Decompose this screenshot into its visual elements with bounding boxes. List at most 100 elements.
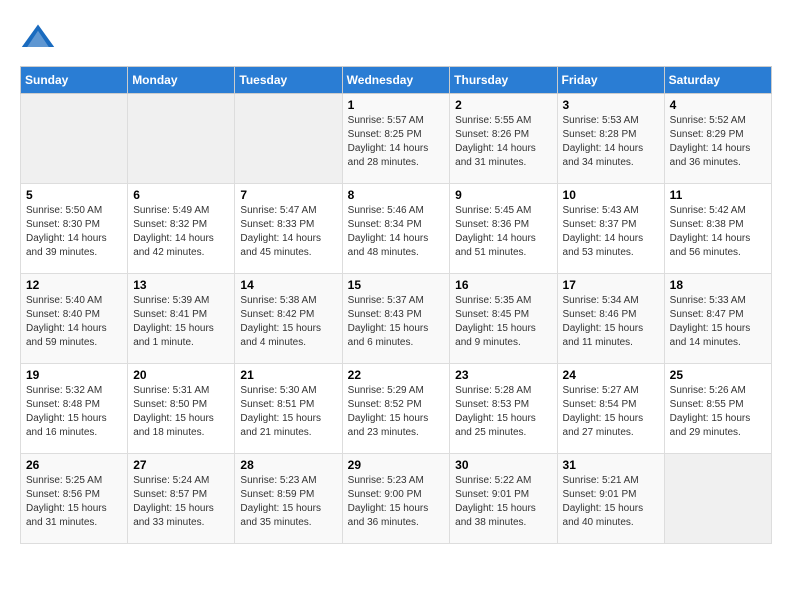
day-number: 15 (348, 278, 445, 292)
day-number: 18 (670, 278, 766, 292)
day-number: 13 (133, 278, 229, 292)
day-info: Sunrise: 5:31 AM Sunset: 8:50 PM Dayligh… (133, 384, 229, 440)
day-info: Sunrise: 5:57 AM Sunset: 8:25 PM Dayligh… (348, 114, 445, 170)
calendar-cell: 31 Sunrise: 5:21 AM Sunset: 9:01 PM Dayli… (557, 454, 664, 544)
day-number: 19 (26, 368, 122, 382)
day-number: 22 (348, 368, 445, 382)
day-number: 12 (26, 278, 122, 292)
day-number: 1 (348, 98, 445, 112)
calendar-cell: 30 Sunrise: 5:22 AM Sunset: 9:01 PM Dayli… (450, 454, 557, 544)
day-number: 10 (563, 188, 659, 202)
calendar-cell: 23 Sunrise: 5:28 AM Sunset: 8:53 PM Dayli… (450, 364, 557, 454)
calendar-cell: 9 Sunrise: 5:45 AM Sunset: 8:36 PM Daylig… (450, 184, 557, 274)
logo (20, 20, 60, 56)
logo-icon (20, 20, 56, 56)
header-thursday: Thursday (450, 67, 557, 94)
calendar-cell: 1 Sunrise: 5:57 AM Sunset: 8:25 PM Daylig… (342, 94, 450, 184)
calendar-cell: 21 Sunrise: 5:30 AM Sunset: 8:51 PM Dayli… (235, 364, 342, 454)
day-info: Sunrise: 5:28 AM Sunset: 8:53 PM Dayligh… (455, 384, 551, 440)
day-number: 26 (26, 458, 122, 472)
header-row: SundayMondayTuesdayWednesdayThursdayFrid… (21, 67, 772, 94)
day-number: 6 (133, 188, 229, 202)
calendar-cell: 5 Sunrise: 5:50 AM Sunset: 8:30 PM Daylig… (21, 184, 128, 274)
day-number: 31 (563, 458, 659, 472)
calendar-cell: 22 Sunrise: 5:29 AM Sunset: 8:52 PM Dayli… (342, 364, 450, 454)
calendar-cell: 6 Sunrise: 5:49 AM Sunset: 8:32 PM Daylig… (128, 184, 235, 274)
day-number: 17 (563, 278, 659, 292)
calendar-cell: 18 Sunrise: 5:33 AM Sunset: 8:47 PM Dayli… (664, 274, 771, 364)
day-number: 9 (455, 188, 551, 202)
day-info: Sunrise: 5:27 AM Sunset: 8:54 PM Dayligh… (563, 384, 659, 440)
calendar-cell: 25Sunrise: 5:26 AM Sunset: 8:55 PM Dayli… (664, 364, 771, 454)
week-row-2: 12Sunrise: 5:40 AM Sunset: 8:40 PM Dayli… (21, 274, 772, 364)
calendar-cell: 3 Sunrise: 5:53 AM Sunset: 8:28 PM Daylig… (557, 94, 664, 184)
day-number: 7 (240, 188, 336, 202)
week-row-3: 19 Sunrise: 5:32 AM Sunset: 8:48 PM Dayli… (21, 364, 772, 454)
day-number: 20 (133, 368, 229, 382)
day-info: Sunrise: 5:23 AM Sunset: 8:59 PM Dayligh… (240, 474, 336, 530)
day-info: Sunrise: 5:45 AM Sunset: 8:36 PM Dayligh… (455, 204, 551, 260)
day-info: Sunrise: 5:46 AM Sunset: 8:34 PM Dayligh… (348, 204, 445, 260)
day-number: 24 (563, 368, 659, 382)
calendar-cell: 19 Sunrise: 5:32 AM Sunset: 8:48 PM Dayli… (21, 364, 128, 454)
calendar-cell: 13 Sunrise: 5:39 AM Sunset: 8:41 PM Dayli… (128, 274, 235, 364)
calendar-cell: 29 Sunrise: 5:23 AM Sunset: 9:00 PM Dayli… (342, 454, 450, 544)
day-info: Sunrise: 5:30 AM Sunset: 8:51 PM Dayligh… (240, 384, 336, 440)
calendar-table: SundayMondayTuesdayWednesdayThursdayFrid… (20, 66, 772, 544)
calendar-cell: 11 Sunrise: 5:42 AM Sunset: 8:38 PM Dayli… (664, 184, 771, 274)
day-info: Sunrise: 5:42 AM Sunset: 8:38 PM Dayligh… (670, 204, 766, 260)
day-info: Sunrise: 5:43 AM Sunset: 8:37 PM Dayligh… (563, 204, 659, 260)
day-info: Sunrise: 5:55 AM Sunset: 8:26 PM Dayligh… (455, 114, 551, 170)
day-info: Sunrise: 5:24 AM Sunset: 8:57 PM Dayligh… (133, 474, 229, 530)
page-header (20, 20, 772, 56)
calendar-cell: 2 Sunrise: 5:55 AM Sunset: 8:26 PM Daylig… (450, 94, 557, 184)
header-friday: Friday (557, 67, 664, 94)
header-wednesday: Wednesday (342, 67, 450, 94)
day-info: Sunrise: 5:37 AM Sunset: 8:43 PM Dayligh… (348, 294, 445, 350)
day-number: 2 (455, 98, 551, 112)
day-info: Sunrise: 5:32 AM Sunset: 8:48 PM Dayligh… (26, 384, 122, 440)
day-info: Sunrise: 5:33 AM Sunset: 8:47 PM Dayligh… (670, 294, 766, 350)
calendar-cell (21, 94, 128, 184)
calendar-cell (128, 94, 235, 184)
day-info: Sunrise: 5:53 AM Sunset: 8:28 PM Dayligh… (563, 114, 659, 170)
day-number: 11 (670, 188, 766, 202)
calendar-cell: 24 Sunrise: 5:27 AM Sunset: 8:54 PM Dayli… (557, 364, 664, 454)
week-row-1: 5 Sunrise: 5:50 AM Sunset: 8:30 PM Daylig… (21, 184, 772, 274)
day-info: Sunrise: 5:49 AM Sunset: 8:32 PM Dayligh… (133, 204, 229, 260)
day-number: 5 (26, 188, 122, 202)
day-number: 3 (563, 98, 659, 112)
day-info: Sunrise: 5:23 AM Sunset: 9:00 PM Dayligh… (348, 474, 445, 530)
calendar-cell: 15 Sunrise: 5:37 AM Sunset: 8:43 PM Dayli… (342, 274, 450, 364)
day-info: Sunrise: 5:22 AM Sunset: 9:01 PM Dayligh… (455, 474, 551, 530)
day-number: 8 (348, 188, 445, 202)
calendar-body: 1 Sunrise: 5:57 AM Sunset: 8:25 PM Daylig… (21, 94, 772, 544)
day-number: 4 (670, 98, 766, 112)
day-info: Sunrise: 5:50 AM Sunset: 8:30 PM Dayligh… (26, 204, 122, 260)
calendar-cell: 17Sunrise: 5:34 AM Sunset: 8:46 PM Dayli… (557, 274, 664, 364)
calendar-cell: 26Sunrise: 5:25 AM Sunset: 8:56 PM Dayli… (21, 454, 128, 544)
day-info: Sunrise: 5:52 AM Sunset: 8:29 PM Dayligh… (670, 114, 766, 170)
calendar-cell: 8 Sunrise: 5:46 AM Sunset: 8:34 PM Daylig… (342, 184, 450, 274)
calendar-cell: 10 Sunrise: 5:43 AM Sunset: 8:37 PM Dayli… (557, 184, 664, 274)
day-number: 21 (240, 368, 336, 382)
header-tuesday: Tuesday (235, 67, 342, 94)
calendar-cell: 12Sunrise: 5:40 AM Sunset: 8:40 PM Dayli… (21, 274, 128, 364)
day-number: 25 (670, 368, 766, 382)
day-number: 27 (133, 458, 229, 472)
day-info: Sunrise: 5:21 AM Sunset: 9:01 PM Dayligh… (563, 474, 659, 530)
day-info: Sunrise: 5:29 AM Sunset: 8:52 PM Dayligh… (348, 384, 445, 440)
day-number: 30 (455, 458, 551, 472)
day-number: 29 (348, 458, 445, 472)
calendar-header: SundayMondayTuesdayWednesdayThursdayFrid… (21, 67, 772, 94)
calendar-cell: 4 Sunrise: 5:52 AM Sunset: 8:29 PM Daylig… (664, 94, 771, 184)
day-info: Sunrise: 5:47 AM Sunset: 8:33 PM Dayligh… (240, 204, 336, 260)
day-number: 23 (455, 368, 551, 382)
calendar-cell (235, 94, 342, 184)
day-number: 28 (240, 458, 336, 472)
week-row-4: 26Sunrise: 5:25 AM Sunset: 8:56 PM Dayli… (21, 454, 772, 544)
header-saturday: Saturday (664, 67, 771, 94)
calendar-cell: 16Sunrise: 5:35 AM Sunset: 8:45 PM Dayli… (450, 274, 557, 364)
day-info: Sunrise: 5:39 AM Sunset: 8:41 PM Dayligh… (133, 294, 229, 350)
calendar-cell: 20 Sunrise: 5:31 AM Sunset: 8:50 PM Dayli… (128, 364, 235, 454)
